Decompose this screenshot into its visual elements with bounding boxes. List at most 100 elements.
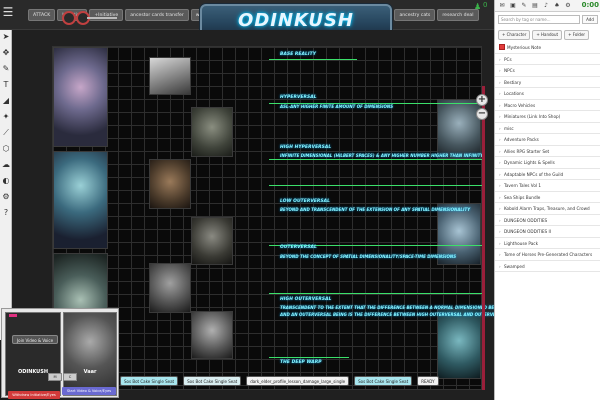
tier-divider [269,59,357,60]
left-toolbar: ➤ ✥ ✎ T ◢ ✦ ⟋ ⬡ ☁ ◐ ⚙ ? [0,30,12,340]
folder-label: DUNGEON ODDITIES II [504,229,551,234]
chat-icon[interactable]: ✉ [498,2,506,10]
creature-art[interactable] [149,159,191,209]
creature-art[interactable] [149,57,191,95]
dice-icon[interactable]: ⬡ [1,144,11,154]
tier-title: BASE REALITY [280,52,317,57]
zoom-out-icon[interactable]: − [476,108,488,120]
character-art[interactable] [53,47,108,147]
creature-art[interactable] [437,99,481,159]
token-chip[interactable]: Sos Bot Cake Single Seat [354,376,413,386]
folder-item[interactable]: › Locations [495,88,600,100]
creature-art[interactable] [191,107,233,157]
folder-item[interactable]: › Lighthouse Pack [495,238,600,249]
folder-item[interactable]: › Dynamic Lights & Spells [495,157,600,169]
creature-art[interactable] [191,311,233,359]
folder-item[interactable]: › Macro Vehicles [495,100,600,111]
cloud-icon[interactable]: ☁ [1,160,11,170]
record-icon[interactable] [62,11,76,25]
user-icon[interactable]: ♟ [474,2,481,11]
withdraw-button[interactable]: Withdraw Initiative/Eyes [8,391,60,399]
folder-item[interactable]: › Bestiary [495,77,600,88]
progress-line [87,17,117,19]
zoom-in-icon[interactable]: + [476,94,488,106]
folder-item[interactable]: › Sea Ships Bundle [495,192,600,203]
macro-button[interactable]: ATTACK [28,9,56,21]
folder-item[interactable]: › misc [495,123,600,134]
folder-item[interactable]: › Tavern Tales Vol 1 [495,180,600,192]
folder-item[interactable]: › Allies RPG Starter Set [495,146,600,157]
player-video[interactable]: Vaar [63,312,117,396]
art-icon[interactable]: ▣ [509,2,517,10]
creature-art[interactable] [437,309,481,379]
token-chip[interactable]: READY [417,376,439,386]
tier-divider [269,357,349,358]
online-count: 0 [483,1,488,9]
folder-label: PCs [504,56,512,62]
settings-icon[interactable]: ⚙ [564,2,572,10]
folder-item[interactable]: › Kobold Alarm Traps, Treasure, and Crowd [495,203,600,215]
folder-item[interactable]: › Tome of Horses Pre-Generated Characters [495,249,600,261]
folder-item[interactable]: › Adaptable NPCs of the Guild [495,169,600,180]
deck-icon[interactable]: ♠ [553,2,561,10]
token-chip[interactable]: Sos Bot Cake Single Seat [183,376,242,386]
folder-item[interactable]: › PCs [495,54,600,65]
character-art[interactable] [53,151,108,249]
macro-button[interactable]: +Initiative [89,9,124,21]
tier-title: THE DEEP WARP [280,360,322,365]
lighting-icon[interactable]: ✦ [1,112,11,122]
list-item[interactable]: Mysterious Note [495,42,600,54]
draw-icon[interactable]: ✎ [1,64,11,74]
token-chip[interactable]: Sos Bot Cake Single Seat [120,376,179,386]
fog-icon[interactable]: ◐ [1,176,11,186]
token-chip[interactable]: dark_elder_profile_lesson_damage_large_s… [246,376,350,386]
tier-divider [269,185,485,186]
folder-item[interactable]: › DUNGEON ODDITIES II [495,226,600,238]
text-icon[interactable]: T [1,80,11,90]
add-folder-button[interactable]: + Folder [564,30,590,40]
tier-description: BEYOND THE CONCEPT OF SPATIAL DIMENSIONA… [280,254,457,259]
menu-icon[interactable]: ☰ [2,5,14,19]
vtt-app: ☰ ATTACK Initiative +Initiative ancestor… [0,0,600,400]
join-video-button[interactable]: Join Video & Voice [12,335,58,344]
macro-button[interactable]: research deal [437,9,479,21]
compendium-icon[interactable]: ▤ [531,2,539,10]
add-handout-button[interactable]: + Handout [532,30,563,40]
macro-button[interactable]: ancestry cats [394,9,436,21]
folder-label: Adventure Packs [504,137,539,142]
mute-button[interactable]: M [48,373,62,381]
folder-item[interactable]: › Adventure Packs [495,134,600,146]
start-video-button[interactable]: Start Video & Voice/Eyes [62,387,116,395]
journal-sidebar: ✉ ▣ ✎ ▤ ♪ ♠ ⚙ 0:00 Search by tag or name… [494,0,600,400]
folder-item[interactable]: › NPCs [495,65,600,77]
folder-label: Bestiary [504,79,522,85]
journal-icon[interactable]: ✎ [520,2,528,10]
select-icon[interactable]: ➤ [1,32,11,42]
zoom-track[interactable] [482,86,485,390]
folder-item[interactable]: › Swamped [495,261,600,272]
folder-item[interactable]: › Miniatures (Link Into Shop) [495,111,600,123]
search-input[interactable]: Search by tag or name... [498,15,580,24]
ruler-icon[interactable]: ⟋ [1,128,11,138]
creature-art[interactable] [149,263,191,313]
camera-button[interactable]: C [63,373,77,381]
settings-icon[interactable]: ⚙ [1,192,11,202]
tier-divider [269,159,485,160]
pan-icon[interactable]: ✥ [1,48,11,58]
macro-button[interactable]: ancestor cards transfer [125,9,189,21]
folder-label: misc [504,125,514,131]
add-character-button[interactable]: + Character [498,30,531,40]
folder-item[interactable]: › DUNGEON ODDITIES [495,215,600,226]
shape-icon[interactable]: ◢ [1,96,11,106]
tier-title: OUTERVERSAL [280,245,317,250]
folder-label: Miniatures (Link Into Shop) [504,114,561,119]
clock: 0:00 [581,1,599,9]
help-icon[interactable]: ? [1,208,11,218]
creature-art[interactable] [191,217,233,265]
folder-label: Adaptable NPCs of the Guild [504,171,564,177]
jukebox-icon[interactable]: ♪ [542,2,550,10]
self-video[interactable]: Join Video & Voice ODINKUSH Withdraw Ini… [5,312,61,399]
add-button[interactable]: Add [582,15,598,24]
token-bar: Sos Bot Cake Single Seat Sos Bot Cake Si… [120,376,439,386]
tier-description: AND AN OUTERVERSAL BEING IS THE DIFFEREN… [280,312,508,317]
